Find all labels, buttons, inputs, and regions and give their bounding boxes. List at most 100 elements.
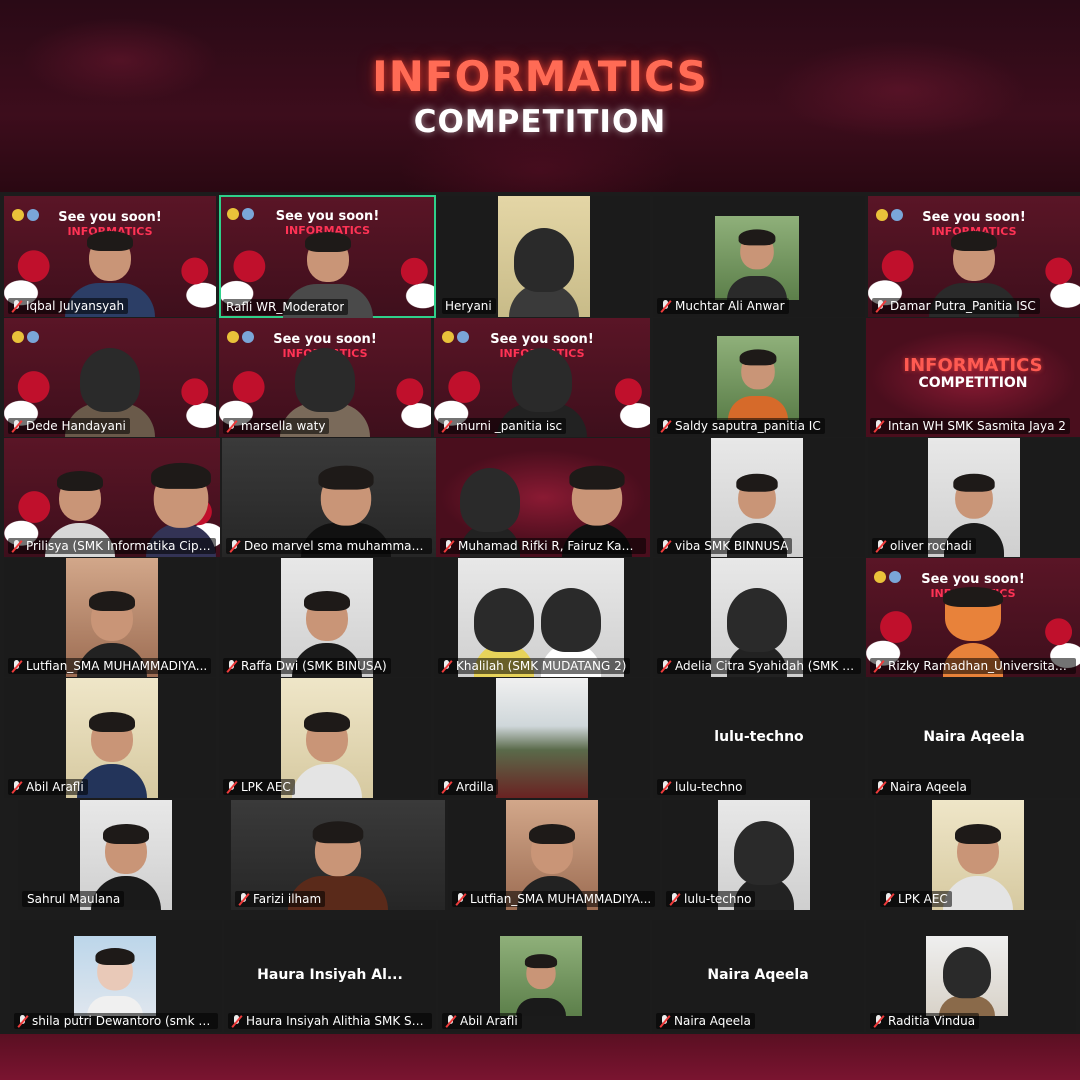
participant-nametag: Deo marvel sma muhammadi... — [226, 538, 432, 554]
participant-nametag: oliver rochadi — [872, 538, 976, 554]
participant-nametag: Muchtar Ali Anwar — [657, 298, 789, 314]
participant-tile[interactable]: Heryani — [438, 196, 650, 317]
promo-line2: COMPETITION — [918, 374, 1028, 391]
participant-tile[interactable]: Abil Arafli — [4, 678, 216, 798]
participant-name: murni _panitia isc — [456, 419, 563, 433]
participant-tile[interactable]: See you soon! INFORMATICS marsella waty — [219, 318, 431, 437]
promo-title: INFORMATICS COMPETITION — [866, 356, 1080, 391]
mic-muted-icon — [226, 780, 237, 794]
participant-tile[interactable]: Adelia Citra Syahidah (SMK S... — [653, 558, 865, 677]
participant-name: Lutfian_SMA MUHAMMADIYA... — [26, 659, 208, 673]
mic-muted-icon — [669, 892, 680, 906]
participant-tile[interactable]: INFORMATICS COMPETITION Intan WH SMK Sas… — [866, 318, 1080, 437]
participant-display-name: Haura Insiyah Al... — [257, 967, 403, 984]
participant-tile[interactable]: Khalilah (SMK MUDATANG 2) — [434, 558, 650, 677]
mic-muted-icon — [875, 539, 886, 553]
participant-tile[interactable]: Abil Arafli — [438, 920, 650, 1032]
participant-tile[interactable]: lulu-techno — [662, 800, 874, 910]
participant-tile[interactable]: LPK AEC — [219, 678, 431, 798]
participant-nametag: Ardilla — [438, 779, 498, 795]
participant-tile[interactable]: Ardilla — [434, 678, 650, 798]
participant-tile[interactable]: See you soon! INFORMATICS Rizky Ramadhan… — [866, 558, 1080, 677]
participant-name: Rizky Ramadhan_Universitas P... — [888, 659, 1072, 673]
mic-muted-icon — [443, 539, 454, 553]
participant-tile[interactable]: LPK AEC — [876, 800, 1080, 910]
participant-nametag: marsella waty — [223, 418, 330, 434]
banner-headline: See you soon! — [490, 332, 594, 347]
participant-name: Rafli WR_Moderator — [226, 300, 345, 314]
mic-muted-icon — [11, 539, 22, 553]
participant-name: LPK AEC — [898, 892, 948, 906]
participant-tile[interactable]: Raditia Vindua — [866, 920, 1076, 1032]
banner-headline: See you soon! — [922, 210, 1026, 225]
mic-muted-icon — [873, 659, 884, 673]
participant-name: Muchtar Ali Anwar — [675, 299, 785, 313]
participant-nametag: Rizky Ramadhan_Universitas P... — [870, 658, 1076, 674]
mic-muted-icon — [445, 1014, 456, 1028]
participant-tile[interactable]: lulu-techno lulu-techno — [653, 678, 865, 798]
participant-tile[interactable]: oliver rochadi — [868, 438, 1080, 557]
mic-muted-icon — [231, 1014, 242, 1028]
mic-muted-icon — [11, 659, 22, 673]
participant-tile[interactable]: Lutfian_SMA MUHAMMADIYA... — [4, 558, 216, 677]
mic-muted-icon — [875, 780, 886, 794]
participant-tile[interactable]: See you soon! INFORMATICS Iqbal Julyansy… — [4, 196, 216, 317]
participant-tile[interactable]: shila putri Dewantoro (smk te... — [10, 920, 222, 1032]
participant-nametag: Haura Insiyah Alithia SMK Sas... — [228, 1013, 432, 1029]
video-gallery-grid: See you soon! INFORMATICS Iqbal Julyansy… — [0, 192, 1080, 1034]
promo-line1: INFORMATICS — [903, 355, 1043, 376]
participant-tile[interactable]: Naira Aqeela Naira Aqeela — [868, 678, 1080, 798]
participant-video — [715, 216, 799, 300]
participant-tile[interactable]: Muhamad Rifki R, Fairuz Kami... — [436, 438, 650, 557]
participant-tile[interactable]: Prilisya (SMK Informatika Cipu... — [4, 438, 220, 557]
participant-nametag: LPK AEC — [880, 891, 952, 907]
participant-tile[interactable]: Muchtar Ali Anwar — [653, 196, 865, 317]
participant-tile[interactable]: viba SMK BINNUSA — [653, 438, 865, 557]
banner-headline: See you soon! — [921, 572, 1025, 587]
participant-tile[interactable]: Deo marvel sma muhammadi... — [222, 438, 436, 557]
participant-nametag: Heryani — [442, 298, 496, 314]
mic-muted-icon — [659, 1014, 670, 1028]
participant-nametag: Raffa Dwi (SMK BINUSA) — [223, 658, 391, 674]
participant-display-name: Naira Aqeela — [923, 729, 1025, 746]
participant-video — [926, 936, 1008, 1016]
participant-name: shila putri Dewantoro (smk te... — [32, 1014, 214, 1028]
participant-name: Muhamad Rifki R, Fairuz Kami... — [458, 539, 642, 553]
mic-muted-icon — [660, 299, 671, 313]
participant-name: Raditia Vindua — [888, 1014, 976, 1028]
participant-tile-active-speaker[interactable]: See you soon! INFORMATICS Rafli WR_Moder… — [219, 195, 436, 318]
participant-tile[interactable]: Raffa Dwi (SMK BINUSA) — [219, 558, 431, 677]
mic-muted-icon — [441, 659, 452, 673]
footer-band — [0, 1034, 1080, 1080]
participant-nametag: Sahrul Maulana — [22, 891, 125, 907]
participant-nametag: lulu-techno — [657, 779, 747, 795]
participant-tile[interactable]: Dede Handayani — [4, 318, 216, 437]
mic-muted-icon — [660, 419, 671, 433]
participant-name: Haura Insiyah Alithia SMK Sas... — [246, 1014, 428, 1028]
participant-tile[interactable]: Naira Aqeela Naira Aqeela — [652, 920, 864, 1032]
participant-name: lulu-techno — [684, 892, 752, 906]
participant-tile[interactable]: Sahrul Maulana — [18, 800, 230, 910]
participant-tile[interactable]: See you soon! INFORMATICS murni _panitia… — [434, 318, 650, 437]
participant-name: Farizi ilham — [253, 892, 322, 906]
participant-tile[interactable]: Saldy saputra_panitia IC — [653, 318, 865, 437]
participant-video — [498, 196, 590, 317]
participant-tile[interactable]: See you soon! INFORMATICS Damar Putra_Pa… — [868, 196, 1080, 317]
mic-muted-icon — [11, 780, 22, 794]
participant-name: Lutfian_SMA MUHAMMADIYA... — [470, 892, 652, 906]
participant-tile[interactable]: Farizi ilham — [231, 800, 445, 910]
participant-nametag: murni _panitia isc — [438, 418, 567, 434]
mic-muted-icon — [238, 892, 249, 906]
participant-name: Deo marvel sma muhammadi... — [244, 539, 428, 553]
participant-nametag: Naira Aqeela — [872, 779, 971, 795]
participant-nametag: Abil Arafli — [8, 779, 88, 795]
mic-muted-icon — [229, 539, 240, 553]
mic-muted-icon — [660, 539, 671, 553]
participant-nametag: Intan WH SMK Sasmita Jaya 2 — [870, 418, 1070, 434]
participant-tile[interactable]: Haura Insiyah Al... Haura Insiyah Alithi… — [224, 920, 436, 1032]
mic-muted-icon — [226, 659, 237, 673]
participant-nametag: Raditia Vindua — [870, 1013, 980, 1029]
participant-tile[interactable]: Lutfian_SMA MUHAMMADIYA... — [448, 800, 660, 910]
participant-name: Prilisya (SMK Informatika Cipu... — [26, 539, 212, 553]
participant-name: Abil Arafli — [460, 1014, 518, 1028]
